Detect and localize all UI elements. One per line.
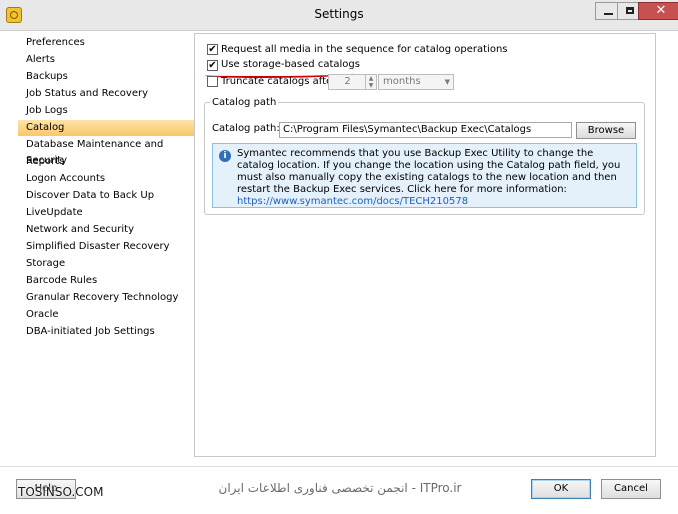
info-message-box: i Symantec recommends that you use Backu… <box>212 143 637 208</box>
window-title: Settings <box>314 7 364 21</box>
request-all-media-label: Request all media in the sequence for ca… <box>221 44 508 55</box>
nav-item-backups[interactable]: Backups <box>18 69 194 85</box>
nav-item-reports[interactable]: Reports <box>18 154 194 170</box>
nav-item-simplified-disaster-recovery[interactable]: Simplified Disaster Recovery <box>18 239 194 255</box>
nav-item-granular-recovery-technology[interactable]: Granular Recovery Technology <box>18 290 194 306</box>
catalog-path-input[interactable]: C:\Program Files\Symantec\Backup Exec\Ca… <box>279 122 572 138</box>
close-button[interactable]: ✕ <box>638 2 678 20</box>
truncate-catalogs-checkbox[interactable] <box>207 76 218 87</box>
title-bar: Settings ✕ <box>0 0 678 31</box>
settings-nav-list: Preferences Alerts Backups Job Status an… <box>18 33 194 457</box>
maximize-icon <box>626 7 634 14</box>
nav-item-database-maintenance-and-security[interactable]: Database Maintenance and Security <box>18 137 194 166</box>
nav-item-barcode-rules[interactable]: Barcode Rules <box>18 273 194 289</box>
nav-item-storage[interactable]: Storage <box>18 256 194 272</box>
minimize-icon <box>604 13 613 15</box>
nav-item-job-status-and-recovery[interactable]: Job Status and Recovery <box>18 86 194 102</box>
info-message-text: Symantec recommends that you use Backup … <box>237 148 629 208</box>
watermark-itpro: انجمن تخصصی فناوری اطلاعات ایران - ITPro… <box>218 481 462 495</box>
nav-item-catalog[interactable]: Catalog <box>18 120 194 136</box>
nav-item-discover-data-to-back-up[interactable]: Discover Data to Back Up <box>18 188 194 204</box>
catalog-path-legend: Catalog path <box>210 97 279 109</box>
nav-item-job-logs[interactable]: Job Logs <box>18 103 194 119</box>
nav-item-logon-accounts[interactable]: Logon Accounts <box>18 171 194 187</box>
catalog-path-label: Catalog path: <box>212 123 280 134</box>
nav-item-dba-initiated-job-settings[interactable]: DBA-initiated Job Settings <box>18 324 194 340</box>
nav-item-oracle[interactable]: Oracle <box>18 307 194 323</box>
truncate-unit-value: months <box>383 76 421 87</box>
chevron-down-icon: ▼ <box>444 78 450 86</box>
nav-item-network-and-security[interactable]: Network and Security <box>18 222 194 238</box>
truncate-catalogs-label: Truncate catalogs after <box>221 76 337 87</box>
nav-item-alerts[interactable]: Alerts <box>18 52 194 68</box>
storage-based-catalogs-checkbox[interactable]: ✔ <box>207 60 218 71</box>
info-icon: i <box>219 150 231 162</box>
truncate-value-spinner[interactable]: 2 ▲ ▼ <box>328 74 377 90</box>
ok-button[interactable]: OK <box>531 479 591 499</box>
close-icon: ✕ <box>655 3 667 18</box>
request-all-media-checkbox[interactable]: ✔ <box>207 44 218 55</box>
spinner-arrows-icon[interactable]: ▲ ▼ <box>365 75 376 89</box>
watermark-tosinso: TOSINSO.COM <box>18 485 104 499</box>
nav-item-liveupdate[interactable]: LiveUpdate <box>18 205 194 221</box>
browse-button[interactable]: Browse <box>576 122 636 139</box>
truncate-value: 2 <box>344 76 351 87</box>
nav-item-preferences[interactable]: Preferences <box>18 35 194 51</box>
storage-based-catalogs-label: Use storage-based catalogs <box>221 59 360 70</box>
footer-separator <box>0 466 678 467</box>
truncate-unit-select[interactable]: months ▼ <box>378 74 454 90</box>
info-link[interactable]: https://www.symantec.com/docs/TECH210578 <box>237 196 468 207</box>
info-message-body: Symantec recommends that you use Backup … <box>237 148 621 195</box>
cancel-button[interactable]: Cancel <box>601 479 661 499</box>
